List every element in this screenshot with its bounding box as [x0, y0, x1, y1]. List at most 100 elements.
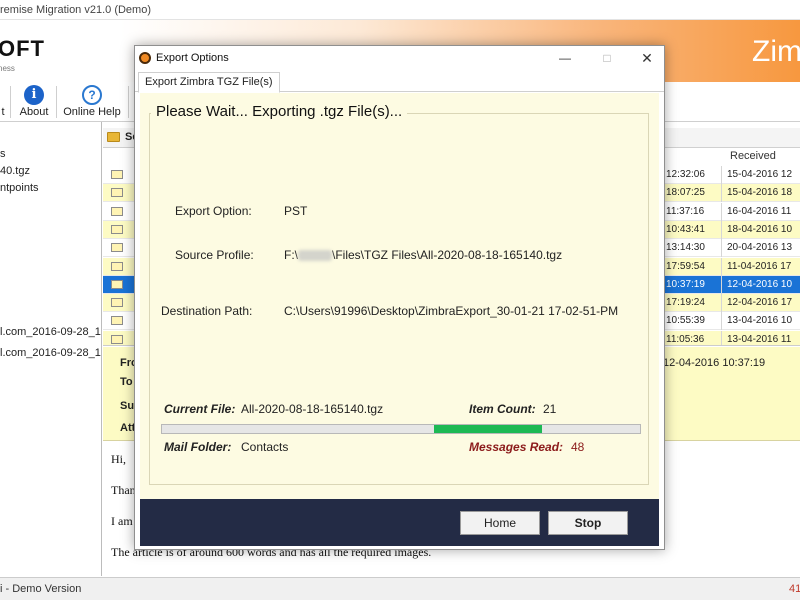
envelope-icon [111, 224, 123, 234]
received-cell: 16-04-2016 11 [727, 205, 792, 217]
column-divider [721, 294, 722, 313]
column-divider [721, 202, 722, 221]
export-options-dialog: Export Options — □ ✕ Export Zimbra TGZ F… [134, 45, 665, 550]
export-option-label: Export Option: [175, 204, 252, 218]
envelope-icon [111, 298, 123, 308]
envelope-icon [111, 279, 123, 289]
current-file-label: Current File: [164, 402, 236, 416]
to-label: To [120, 376, 133, 388]
toolbar-divider [10, 86, 11, 118]
online-help-label: Online Help [63, 106, 121, 118]
body-line: Than [111, 483, 136, 497]
app-icon [139, 52, 151, 64]
body-line: I am [111, 514, 133, 528]
column-divider [721, 166, 722, 184]
destination-path-value: C:\Users\91996\Desktop\ZimbraExport_30-0… [284, 304, 619, 318]
stop-button[interactable]: Stop [548, 511, 628, 535]
body-line: Hi, [111, 452, 126, 466]
toolbar-divider [128, 86, 129, 118]
envelope-icon [111, 316, 123, 326]
dialog-title: Export Options [156, 52, 229, 64]
received-cell: 15-04-2016 18 [727, 187, 793, 199]
online-help-button[interactable]: ? Online Help [60, 85, 124, 119]
source-profile-suffix: \Files\TGZ Files\All-2020-08-18-165140.t… [332, 248, 563, 262]
column-divider [721, 220, 722, 239]
column-divider [721, 330, 722, 345]
source-profile-prefix: F:\ [284, 248, 298, 262]
envelope-icon [111, 261, 123, 271]
envelope-icon [111, 206, 123, 216]
info-icon: i [24, 85, 44, 105]
received-cell: 20-04-2016 13 [727, 242, 793, 254]
toolbar-button-partial[interactable]: t [0, 85, 8, 119]
sent-time-cell: 10:43:41 [666, 223, 705, 235]
received-cell: 11-04-2016 17 [727, 260, 792, 272]
mail-folder-value: Contacts [241, 440, 289, 454]
folder-icon [107, 132, 120, 142]
toolbar-label: t [1, 106, 5, 118]
dialog-titlebar: Export Options — □ ✕ [135, 46, 664, 70]
column-header-received[interactable]: Received [730, 150, 776, 162]
folder-tree: s 40.tgz ntpoints l.com_2016-09-28_113 l… [0, 122, 102, 576]
brand-logo-text: OFT [0, 36, 45, 61]
source-profile-value: F:\ \Files\TGZ Files\All-2020-08-18-16514… [284, 248, 562, 262]
message-date: 12-04-2016 10:37:19 [663, 357, 766, 369]
sent-time-cell: 10:37:19 [666, 278, 705, 290]
column-divider [721, 184, 722, 203]
messages-read-value: 48 [571, 440, 585, 454]
status-bar: i - Demo Version 41 [0, 577, 800, 600]
dialog-body: Please Wait... Exporting .tgz File(s)...… [140, 93, 659, 499]
dialog-tabs: Export Zimbra TGZ File(s) [135, 70, 664, 93]
banner-product-name: Zimb [752, 35, 800, 68]
sent-time-cell: 17:59:54 [666, 260, 705, 272]
received-cell: 18-04-2016 10 [727, 223, 793, 235]
attachment-label: Att [120, 422, 136, 434]
received-cell: 15-04-2016 12 [727, 169, 793, 180]
tree-item[interactable]: l.com_2016-09-28_113 [0, 347, 101, 359]
brand-tagline: ness [0, 64, 15, 73]
about-button[interactable]: i About [14, 85, 54, 119]
envelope-icon [111, 243, 123, 253]
home-button[interactable]: Home [460, 511, 540, 535]
received-cell: 13-04-2016 10 [727, 315, 793, 327]
item-count-value: 21 [543, 402, 557, 416]
tab-export-zimbra[interactable]: Export Zimbra TGZ File(s) [138, 72, 280, 93]
envelope-icon [111, 334, 123, 344]
progress-fill [434, 425, 542, 433]
redacted-blur [298, 250, 332, 262]
column-divider [721, 239, 722, 258]
about-label: About [19, 106, 49, 118]
tree-item[interactable]: ntpoints [0, 182, 39, 194]
sent-time-cell: 11:05:36 [666, 333, 705, 345]
help-icon: ? [82, 85, 102, 105]
received-cell: 13-04-2016 11 [727, 333, 792, 345]
sent-time-cell: 10:55:39 [666, 315, 705, 327]
tree-item[interactable]: s [0, 148, 6, 160]
item-count-label: Item Count: [469, 402, 536, 416]
export-option-value: PST [284, 204, 308, 218]
sent-time-cell: 11:37:16 [666, 205, 705, 217]
export-progress-bar [161, 424, 641, 434]
sent-time-cell: 17:19:24 [666, 297, 705, 309]
app-title: remise Migration v21.0 (Demo) [0, 4, 151, 16]
toolbar-divider [56, 86, 57, 118]
minimize-icon[interactable]: — [551, 49, 579, 67]
messages-read-label: Messages Read: [469, 440, 564, 454]
sent-time-cell: 13:14:30 [666, 242, 705, 254]
mail-folder-label: Mail Folder: [164, 440, 232, 454]
column-divider [721, 257, 722, 276]
received-cell: 12-04-2016 17 [727, 297, 793, 309]
app-titlebar: remise Migration v21.0 (Demo) [0, 0, 800, 20]
dialog-footer: Home Stop [140, 499, 659, 546]
close-icon[interactable]: ✕ [633, 49, 661, 67]
column-divider [721, 312, 722, 331]
envelope-icon [111, 170, 123, 179]
tree-item[interactable]: 40.tgz [0, 165, 30, 177]
export-status-heading: Please Wait... Exporting .tgz File(s)... [151, 103, 408, 120]
column-divider [721, 275, 722, 294]
tree-item[interactable]: l.com_2016-09-28_113 [0, 326, 101, 338]
sent-time-cell: 18:07:25 [666, 187, 705, 199]
envelope-icon [111, 188, 123, 198]
source-profile-label: Source Profile: [175, 248, 254, 262]
maximize-icon: □ [603, 51, 611, 65]
